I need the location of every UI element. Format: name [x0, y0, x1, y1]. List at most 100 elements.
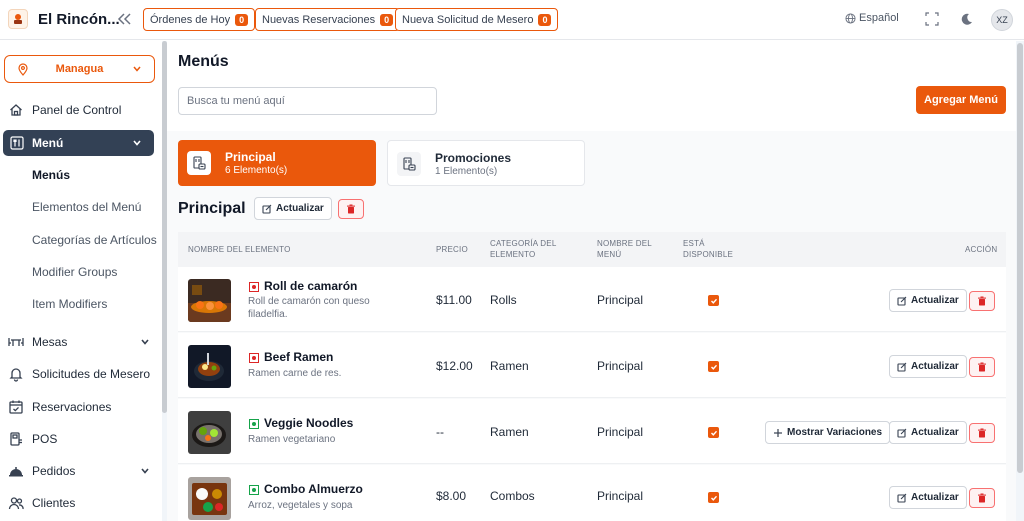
orders-today-pill[interactable]: Órdenes de Hoy 0	[143, 8, 256, 31]
submenu-item-modifier-groups[interactable]: Modifier Groups	[32, 265, 117, 279]
button-label: Actualizar	[276, 203, 324, 214]
chevron-down-icon	[133, 140, 141, 146]
sidebar-item-tables[interactable]: Mesas	[0, 329, 162, 355]
table-row: Combo Almuerzo Arroz, vegetales y sopa $…	[178, 465, 1006, 521]
user-avatar[interactable]: XZ	[991, 9, 1013, 31]
menu-card-name: Principal	[225, 150, 276, 164]
pill-label: Nueva Solicitud de Mesero	[402, 13, 534, 26]
edit-icon	[897, 362, 907, 372]
chevron-down-icon	[141, 468, 149, 474]
button-label: Mostrar Variaciones	[787, 427, 883, 438]
update-menu-button[interactable]: Actualizar	[254, 197, 332, 220]
new-reservations-pill[interactable]: Nuevas Reservaciones 0	[255, 8, 401, 31]
button-label: Actualizar	[911, 427, 959, 438]
calendar-icon	[9, 400, 23, 414]
submenu-item-categories[interactable]: Categorías de Artículos	[32, 233, 157, 247]
restaurant-logo[interactable]	[8, 9, 28, 29]
sidebar-item-label: Reservaciones	[32, 400, 112, 414]
update-item-button[interactable]: Actualizar	[889, 355, 967, 378]
brand-name: El Rincón...	[38, 11, 120, 28]
delete-menu-button[interactable]	[338, 199, 364, 219]
non-veg-indicator-icon	[249, 353, 259, 363]
update-item-button[interactable]: Actualizar	[889, 421, 967, 444]
users-icon	[8, 497, 24, 510]
fullscreen-icon[interactable]	[925, 12, 939, 26]
available-checkbox[interactable]	[708, 295, 719, 306]
delete-item-button[interactable]	[969, 291, 995, 311]
section-title: Principal	[178, 200, 246, 217]
add-menu-button[interactable]: Agregar Menú	[916, 86, 1006, 114]
item-name: Beef Ramen	[264, 350, 334, 364]
item-price: $11.00	[436, 293, 472, 307]
column-header-available-line2: DISPONIBLE	[683, 250, 734, 259]
item-name: Combo Almuerzo	[264, 482, 363, 496]
item-menu: Principal	[597, 359, 644, 373]
menu-card-principal[interactable]: Principal 6 Elemento(s)	[178, 140, 376, 186]
sidebar-item-menu[interactable]: Menú	[3, 130, 154, 156]
column-header-menu-line1: NOMBRE DEL	[597, 239, 652, 248]
item-description-line1: Arroz, vegetales y sopa	[248, 500, 353, 511]
menu-card-promociones[interactable]: Promociones 1 Elemento(s)	[387, 140, 585, 186]
sidebar-item-reservations[interactable]: Reservaciones	[0, 394, 162, 420]
sidebar-item-waiter-requests[interactable]: Solicitudes de Mesero	[0, 361, 162, 387]
check-icon	[710, 495, 717, 501]
available-checkbox[interactable]	[708, 492, 719, 503]
delete-item-button[interactable]	[969, 357, 995, 377]
pill-label: Órdenes de Hoy	[150, 13, 231, 26]
branch-name: Managua	[55, 63, 104, 75]
submenu-item-menu-items[interactable]: Elementos del Menú	[32, 200, 141, 214]
pill-label: Nuevas Reservaciones	[262, 13, 376, 26]
menu-search-input[interactable]	[178, 87, 437, 115]
language-selector[interactable]: Español	[845, 12, 899, 24]
chevron-down-icon	[141, 339, 149, 345]
branch-selector[interactable]: Managua	[4, 55, 155, 83]
update-item-button[interactable]: Actualizar	[889, 486, 967, 509]
map-pin-icon	[18, 63, 28, 76]
menu-card-icon	[397, 152, 421, 176]
edit-icon	[897, 296, 907, 306]
delete-item-button[interactable]	[969, 423, 995, 443]
available-checkbox[interactable]	[708, 361, 719, 372]
sidebar-item-label: Menú	[32, 136, 64, 150]
item-name: Veggie Noodles	[264, 416, 354, 430]
sidebar-item-pos[interactable]: POS	[0, 426, 162, 452]
column-header-category-line2: ELEMENTO	[490, 250, 536, 259]
veg-indicator-icon	[249, 419, 259, 429]
check-icon	[710, 298, 717, 304]
show-variations-button[interactable]: Mostrar Variaciones	[765, 421, 891, 444]
table-row: Veggie Noodles Ramen vegetariano -- Rame…	[178, 399, 1006, 464]
menu-card-count: 1 Elemento(s)	[435, 166, 498, 177]
cloche-icon	[9, 467, 23, 477]
button-label: Actualizar	[911, 295, 959, 306]
menu-card-count: 6 Elemento(s)	[225, 165, 288, 176]
chevron-down-icon	[133, 66, 141, 72]
item-menu: Principal	[597, 293, 644, 307]
menu-card-icon	[187, 151, 211, 175]
trash-icon	[978, 493, 986, 503]
main-content: Menús Agregar Menú Principal 6 Elemento(…	[167, 41, 1016, 521]
pos-icon	[10, 432, 22, 446]
item-thumbnail	[188, 477, 231, 520]
collapse-sidebar-icon[interactable]	[116, 10, 132, 28]
edit-icon	[897, 428, 907, 438]
waiter-request-pill[interactable]: Nueva Solicitud de Mesero 0	[395, 8, 559, 31]
submenu-item-menus[interactable]: Menús	[32, 168, 70, 182]
item-description-line2: filadelfia.	[248, 309, 288, 320]
sidebar-item-orders[interactable]: Pedidos	[0, 458, 162, 484]
trash-icon	[978, 296, 986, 306]
table-row: Beef Ramen Ramen carne de res. $12.00 Ra…	[178, 333, 1006, 398]
submenu-item-item-modifiers[interactable]: Item Modifiers	[32, 297, 107, 311]
update-item-button[interactable]: Actualizar	[889, 289, 967, 312]
available-checkbox[interactable]	[708, 427, 719, 438]
main-scrollbar[interactable]	[1016, 41, 1024, 521]
scrollbar-thumb[interactable]	[1017, 43, 1023, 473]
delete-item-button[interactable]	[969, 488, 995, 508]
item-category: Ramen	[490, 425, 529, 439]
sidebar-item-dashboard[interactable]: Panel de Control	[0, 97, 162, 123]
dark-mode-moon-icon[interactable]	[960, 12, 974, 26]
item-thumbnail	[188, 279, 231, 322]
column-header-category-line1: CATEGORÍA DEL	[490, 239, 557, 248]
sidebar-item-label: Mesas	[32, 335, 68, 349]
sidebar-item-customers[interactable]: Clientes	[0, 490, 162, 516]
column-header-name: NOMBRE DEL ELEMENTO	[188, 245, 291, 254]
